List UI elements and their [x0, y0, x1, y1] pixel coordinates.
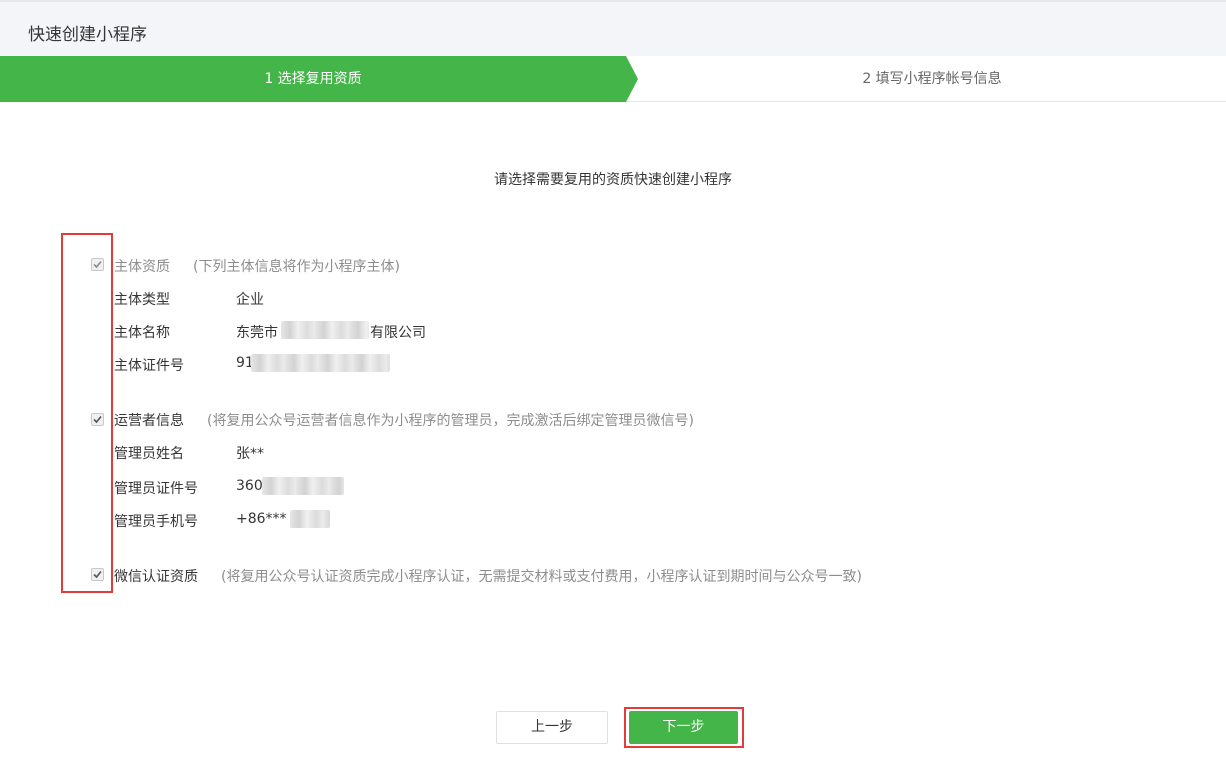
entity-checkbox[interactable]	[91, 258, 104, 271]
checkmark-icon	[93, 570, 102, 579]
redacted-admin-id	[262, 477, 344, 495]
admin-phone-value: +86***	[236, 511, 287, 527]
prev-step-button[interactable]: 上一步	[496, 711, 608, 744]
wechat-cert-title: 微信认证资质	[114, 569, 198, 585]
step-1-active: 1 选择复用资质	[0, 56, 626, 102]
entity-name-value: 东莞市	[236, 325, 278, 341]
step-2: 2 填写小程序帐号信息	[862, 71, 1002, 87]
page-title: 快速创建小程序	[28, 25, 147, 45]
operator-checkbox[interactable]	[91, 413, 104, 426]
entity-type-label: 主体类型	[114, 292, 170, 308]
checkbox-highlight-box	[61, 233, 113, 593]
admin-id-label: 管理员证件号	[114, 481, 198, 497]
operator-section-title: 运营者信息	[114, 413, 184, 429]
entity-id-label: 主体证件号	[114, 358, 184, 374]
admin-name-value: 张**	[236, 446, 264, 462]
admin-id-value: 360	[236, 478, 263, 494]
redacted-admin-phone	[290, 510, 330, 528]
step-arrow-icon	[626, 56, 638, 102]
redacted-entity-id	[251, 354, 390, 372]
entity-name-label: 主体名称	[114, 325, 170, 341]
entity-section-hint: (下列主体信息将作为小程序主体)	[193, 259, 400, 275]
admin-phone-label: 管理员手机号	[114, 514, 198, 530]
wechat-cert-hint: (将复用公众号认证资质完成小程序认证，无需提交材料或支付费用，小程序认证到期时间…	[221, 569, 862, 585]
instruction-text: 请选择需要复用的资质快速创建小程序	[494, 172, 732, 188]
next-step-button[interactable]: 下一步	[629, 711, 738, 744]
redacted-entity-name	[281, 321, 369, 339]
checkmark-icon	[93, 415, 102, 424]
entity-type-value: 企业	[236, 292, 264, 308]
admin-name-label: 管理员姓名	[114, 446, 184, 462]
operator-section-hint: (将复用公众号运营者信息作为小程序的管理员，完成激活后绑定管理员微信号)	[207, 413, 694, 429]
page-header: 快速创建小程序	[0, 0, 1226, 56]
wechat-cert-checkbox[interactable]	[91, 568, 104, 581]
entity-name-suffix: 有限公司	[370, 325, 426, 341]
entity-section-title: 主体资质	[114, 259, 170, 275]
step-progress: 1 选择复用资质 2 填写小程序帐号信息	[0, 56, 1226, 102]
checkmark-icon	[93, 260, 102, 269]
